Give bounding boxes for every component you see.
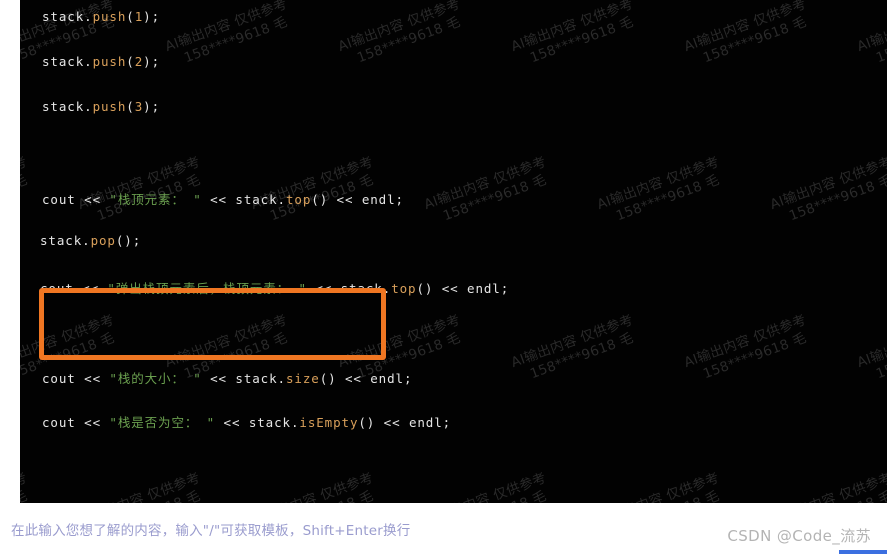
code-token: () [358, 415, 384, 430]
code-token: stack [42, 9, 85, 24]
code-content[interactable]: stack.push(1); stack.push(2); stack.push(3… [20, 0, 887, 503]
code-token: ; [151, 99, 161, 114]
code-token: ( [126, 99, 135, 114]
code-line[interactable]: cout << "栈是否为空： " << stack.isEmpty() << … [42, 412, 451, 431]
code-token: () [115, 233, 133, 248]
code-token: 3 [134, 99, 144, 114]
code-token: . [277, 192, 286, 207]
code-token: push [92, 99, 127, 114]
code-token: top [391, 281, 417, 296]
code-token: stack [248, 415, 291, 430]
bottom-bar: 在此输入您想了解的内容，输入"/"可获取模板，Shift+Enter换行 CSD… [0, 503, 887, 554]
code-token: . [82, 233, 91, 248]
code-token: ; [403, 371, 413, 386]
code-token: cout [42, 192, 85, 207]
code-token: endl [408, 415, 443, 430]
code-token: () [311, 192, 337, 207]
code-token: << [441, 281, 468, 296]
code-token: stack [235, 371, 278, 386]
screenshot-root: AI输出内容 仅供参考 158****9618 毛 AI输出内容 仅供参考 158**… [0, 0, 887, 554]
code-token: pop [90, 233, 116, 248]
code-token: stack [235, 192, 278, 207]
code-token: isEmpty [299, 415, 359, 430]
code-line[interactable]: cout << "栈顶元素： " << stack.top() << endl; [42, 189, 404, 208]
code-token: ) [143, 99, 152, 114]
code-line[interactable]: cout << "栈的大小： " << stack.size() << endl… [42, 368, 412, 387]
code-token: ; [442, 415, 452, 430]
code-token: 2 [134, 54, 144, 69]
code-token: << [201, 371, 236, 386]
code-token: ( [126, 54, 135, 69]
code-token: ; [132, 233, 142, 248]
code-token: () [416, 281, 442, 296]
code-line[interactable]: stack.push(3); [42, 99, 160, 114]
code-token: ; [500, 281, 510, 296]
code-token: endl [467, 281, 501, 296]
code-token: ; [151, 54, 161, 69]
blue-accent-bar [839, 550, 887, 554]
code-token: << [383, 415, 409, 430]
code-token: << [336, 192, 362, 207]
code-token: cout [42, 415, 85, 430]
code-token: push [92, 54, 127, 69]
code-token: 1 [134, 9, 144, 24]
code-token: cout [42, 371, 85, 386]
code-token: "栈顶元素： " [109, 192, 202, 207]
code-token: << [201, 192, 236, 207]
code-token: << [215, 415, 249, 430]
code-token: stack [42, 54, 85, 69]
code-token: ) [143, 54, 152, 69]
code-token: () [319, 371, 345, 386]
code-token: "栈是否为空： " [109, 415, 216, 430]
code-token: stack [40, 233, 83, 248]
chat-input-placeholder[interactable]: 在此输入您想了解的内容，输入"/"可获取模板，Shift+Enter换行 [11, 519, 410, 539]
code-line[interactable]: stack.push(1); [42, 9, 160, 24]
code-token: << [84, 415, 110, 430]
code-line[interactable]: stack.pop(); [40, 233, 141, 248]
code-token: stack [42, 99, 85, 114]
code-token: << [84, 192, 110, 207]
code-token: . [84, 99, 93, 114]
code-token: "栈的大小： " [109, 371, 202, 386]
code-token: push [92, 9, 127, 24]
code-token: . [84, 54, 93, 69]
code-token: top [285, 192, 312, 207]
code-line[interactable]: stack.push(2); [42, 54, 160, 69]
code-token: ( [126, 9, 135, 24]
code-token: endl [361, 192, 396, 207]
csdn-author-watermark: CSDN @Code_流苏 [727, 527, 871, 545]
code-token: ; [151, 9, 161, 24]
code-editor-panel[interactable]: AI输出内容 仅供参考 158****9618 毛 AI输出内容 仅供参考 158**… [20, 0, 887, 503]
code-token: << [84, 371, 110, 386]
code-token: << [344, 371, 371, 386]
code-token: . [277, 371, 286, 386]
code-token: . [84, 9, 93, 24]
code-token: ) [143, 9, 152, 24]
annotation-rectangle [39, 288, 386, 360]
code-token: size [285, 371, 320, 386]
code-token: ; [395, 192, 404, 207]
code-token: endl [370, 371, 404, 386]
